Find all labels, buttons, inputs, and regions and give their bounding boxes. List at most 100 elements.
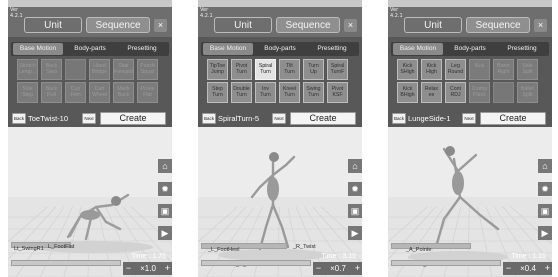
control-row: Back LungeSide-1 Next Create <box>388 112 552 126</box>
motion-button[interactable]: Stretch Lengt... <box>17 59 38 80</box>
motion-button[interactable]: Cart Wheel <box>89 82 110 103</box>
motion-button[interactable]: Turn Up <box>303 59 324 80</box>
subtab-base-motion[interactable]: Base Motion <box>203 43 253 55</box>
hanger-icon[interactable]: ⌂ <box>538 159 552 173</box>
joint-label: L_FootFlat <box>48 244 75 250</box>
motion-button[interactable]: Kick BHigh <box>397 82 418 103</box>
tab-unit[interactable]: Unit <box>404 17 462 33</box>
motion-button[interactable]: Prone Flat <box>137 82 158 103</box>
hanger-icon[interactable]: ⌂ <box>158 159 172 173</box>
save-icon[interactable]: ▣ <box>158 204 172 218</box>
motion-button[interactable]: Leg Round <box>445 59 466 80</box>
motion-button[interactable]: TipToe Jump <box>207 59 228 80</box>
motion-button[interactable]: Stair Forward <box>113 59 134 80</box>
tab-unit[interactable]: Unit <box>214 17 272 33</box>
back-button[interactable]: Back <box>12 113 26 124</box>
next-button[interactable]: Next <box>272 113 286 124</box>
motion-button <box>493 82 514 103</box>
status-bar <box>388 0 552 7</box>
motion-button[interactable]: Side Split <box>517 59 538 80</box>
motion-button[interactable]: Step Turn <box>207 82 228 103</box>
speed-plus-button[interactable]: + <box>353 262 362 275</box>
save-icon[interactable]: ▣ <box>348 204 362 218</box>
speed-value: ×0.7 <box>330 264 346 273</box>
motion-button[interactable]: Swing Turn <box>303 82 324 103</box>
back-button[interactable]: Back <box>392 113 406 124</box>
motion-button[interactable]: Kick High <box>421 59 442 80</box>
speed-minus-button[interactable]: − <box>124 262 133 275</box>
subtab-body-parts[interactable]: Body-parts <box>65 43 115 55</box>
subtab-presetting[interactable]: Presetting <box>497 43 547 55</box>
close-button[interactable]: × <box>534 19 547 32</box>
motion-button[interactable]: Kick SHigh <box>397 59 418 80</box>
next-button[interactable]: Next <box>462 113 476 124</box>
speed-value: ×0.4 <box>520 264 536 273</box>
speed-minus-button[interactable]: − <box>314 262 323 275</box>
motion-name-field[interactable]: SpiralTurn-5 <box>218 112 270 126</box>
timeline-slider[interactable] <box>11 260 121 266</box>
motion-button[interactable]: Kick <box>469 59 490 80</box>
subtab-body-parts[interactable]: Body-parts <box>255 43 305 55</box>
subtab-presetting[interactable]: Presetting <box>307 43 357 55</box>
motion-button[interactable]: Hand Bridge <box>89 59 110 80</box>
create-button[interactable]: Create <box>480 112 546 125</box>
back-button[interactable]: Back <box>202 113 216 124</box>
gear-icon[interactable]: ✹ <box>538 182 552 196</box>
motion-button[interactable]: Pivot KSF <box>327 82 348 103</box>
motion-button[interactable]: Back Step <box>41 59 62 80</box>
motion-button[interactable]: Inv Turn <box>255 82 276 103</box>
subtab-bar: Base Motion Body-parts Presetting <box>391 42 549 56</box>
speed-plus-button[interactable]: + <box>543 262 552 275</box>
motion-button[interactable]: Double Turn <box>231 82 252 103</box>
motion-button[interactable]: Cont RDJ <box>445 82 466 103</box>
subtab-base-motion[interactable]: Base Motion <box>393 43 443 55</box>
motion-button[interactable]: Mack Back <box>113 82 134 103</box>
close-button[interactable]: × <box>154 19 167 32</box>
motion-button[interactable]: Cramp Plank <box>469 82 490 103</box>
gear-icon[interactable]: ✹ <box>158 182 172 196</box>
tab-unit[interactable]: Unit <box>24 17 82 33</box>
motion-button[interactable]: Kneel Turn <box>279 82 300 103</box>
motion-button[interactable]: Cup Firm <box>65 82 86 103</box>
time-readout: Time : 1.75 <box>131 253 166 260</box>
motion-button[interactable]: Punch Squat <box>137 59 158 80</box>
timeline-slider[interactable] <box>201 260 311 266</box>
motion-button[interactable]: Spiral Turn <box>255 59 276 80</box>
time-readout: Time : 3.15 <box>321 253 356 260</box>
subtab-presetting[interactable]: Presetting <box>117 43 167 55</box>
motion-grid: TipToe Jump Pivot Turn Spiral Turn Tilt Tur… <box>207 59 353 105</box>
app-screen: Ver 4.2.1 Unit Sequence × Base Motion Body-pa… <box>388 0 552 277</box>
motion-button[interactable]: Side Step <box>17 82 38 103</box>
create-button[interactable]: Create <box>100 112 166 125</box>
status-bar <box>8 0 172 7</box>
motion-button[interactable]: Barre Right <box>493 59 514 80</box>
subtab-body-parts[interactable]: Body-parts <box>445 43 495 55</box>
motion-name-field[interactable]: ToeTwist-10 <box>28 112 80 126</box>
play-icon[interactable]: ▶ <box>158 226 172 240</box>
gear-icon[interactable]: ✹ <box>348 182 362 196</box>
create-button[interactable]: Create <box>290 112 356 125</box>
motion-grid: Stretch Lengt... Back Step Hand Bridge Stai… <box>17 59 163 105</box>
close-button[interactable]: × <box>344 19 357 32</box>
timeline-slider[interactable] <box>391 260 501 266</box>
motion-button[interactable]: Spiral TurnF <box>327 59 348 80</box>
tab-sequence[interactable]: Sequence <box>276 17 340 33</box>
hanger-icon[interactable]: ⌂ <box>348 159 362 173</box>
motion-button[interactable]: Back Roll <box>41 82 62 103</box>
play-icon[interactable]: ▶ <box>348 226 362 240</box>
motion-button[interactable]: Tilt Turn <box>279 59 300 80</box>
subtab-base-motion[interactable]: Base Motion <box>13 43 63 55</box>
time-readout: Time : 1.15 <box>511 253 546 260</box>
speed-minus-button[interactable]: − <box>504 262 513 275</box>
motion-button[interactable]: Pivot Turn <box>231 59 252 80</box>
tab-sequence[interactable]: Sequence <box>86 17 150 33</box>
speed-plus-button[interactable]: + <box>163 262 172 275</box>
motion-name-field[interactable]: LungeSide-1 <box>408 112 460 126</box>
save-icon[interactable]: ▣ <box>538 204 552 218</box>
motion-button[interactable]: Relax ee <box>421 82 442 103</box>
play-icon[interactable]: ▶ <box>538 226 552 240</box>
tab-sequence[interactable]: Sequence <box>466 17 530 33</box>
speed-value: ×1.0 <box>140 264 156 273</box>
motion-button[interactable]: Ballet Split <box>517 82 538 103</box>
next-button[interactable]: Next <box>82 113 96 124</box>
